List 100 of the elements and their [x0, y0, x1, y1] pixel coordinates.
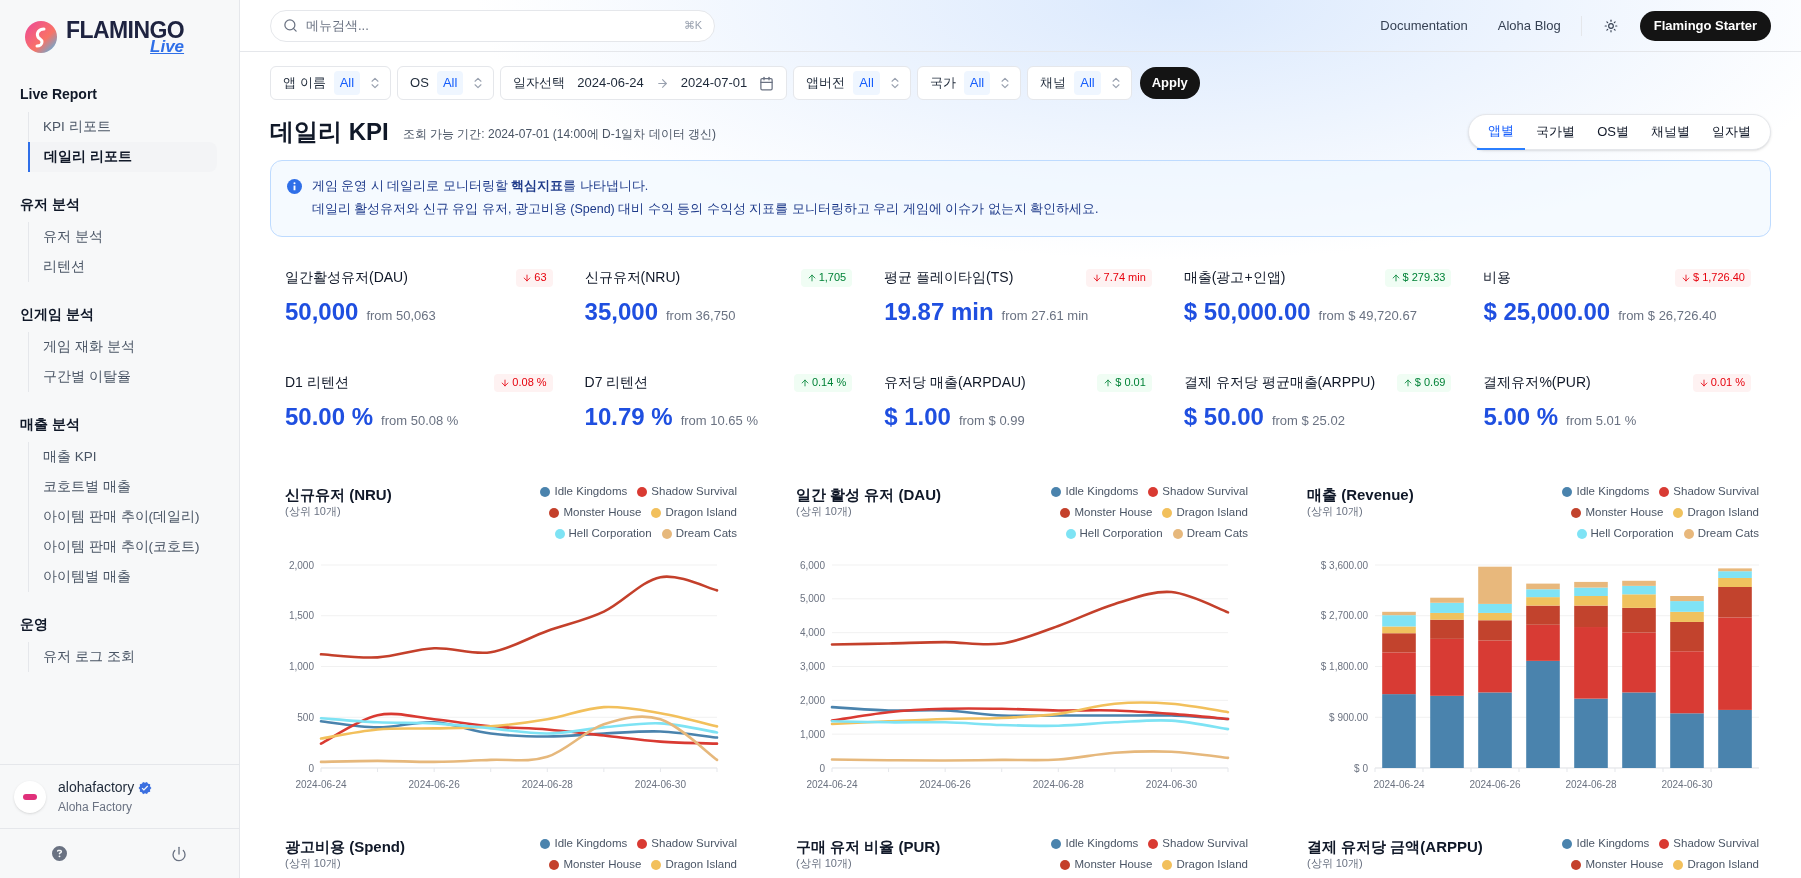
- kpi-previous: from 50.08 %: [381, 412, 459, 430]
- change-value: $ 1,726.40: [1693, 270, 1745, 286]
- kpi-label: 결제유저%(PUR): [1483, 373, 1591, 392]
- legend-label: Monster House: [1074, 505, 1153, 521]
- nav-item[interactable]: 매출 KPI: [29, 442, 219, 472]
- bar-segment: [1574, 587, 1608, 596]
- nav-item[interactable]: 아이템 판매 추이(데일리): [29, 502, 219, 532]
- x-axis-label: 2024-06-30: [1661, 779, 1713, 790]
- page-subtitle: 조회 가능 기간: 2024-07-01 (14:00에 D-1일차 데이터 갱신): [402, 126, 717, 143]
- notice-text: 게임 운영 시 데일리로 모니터링할 핵심지표를 나타냅니다.: [312, 178, 650, 195]
- nav-item[interactable]: 데일리 리포트: [28, 142, 217, 172]
- chart-subtitle: (상위 10개): [796, 504, 853, 518]
- legend-label: Dragon Island: [1176, 857, 1248, 873]
- y-axis-label: 500: [297, 711, 314, 723]
- plan-button[interactable]: Flamingo Starter: [1639, 10, 1771, 41]
- filter-select[interactable]: 채널 All: [1027, 66, 1132, 100]
- y-axis-label: 2,000: [288, 559, 314, 571]
- legend-label: Dragon Island: [665, 505, 737, 521]
- header-link[interactable]: Aloha Blog: [1497, 15, 1561, 36]
- kpi-value: 50.00 %: [285, 402, 374, 432]
- y-axis-label: 1,000: [799, 728, 825, 740]
- filter-select[interactable]: 국가 All: [916, 66, 1022, 100]
- kpi-value: 35,000: [584, 297, 658, 327]
- kpi-value: 10.79 %: [584, 402, 673, 432]
- legend-label: Idle Kingdoms: [1065, 836, 1139, 852]
- view-tab[interactable]: 채널별: [1640, 114, 1701, 150]
- notice-text: 데일리 활성유저와 신규 유입 유저, 광고비용 (Spend) 대비 수익 등의 수익성 지표를 모니터링하고 우리 게임에 이슈가 없는지 확인하세요.: [312, 200, 1099, 218]
- legend-label: Dream Cats: [1697, 526, 1759, 542]
- apply-button[interactable]: Apply: [1139, 67, 1200, 99]
- legend-label: Idle Kingdoms: [1576, 484, 1650, 500]
- view-tab[interactable]: 앱별: [1477, 114, 1526, 150]
- legend-label: Idle Kingdoms: [1576, 836, 1650, 852]
- filter-value: All: [963, 71, 991, 95]
- chart-title: 일간 활성 유저 (DAU): [796, 485, 941, 504]
- nav-item[interactable]: 리텐션: [29, 252, 219, 282]
- trend-arrow-icon: [1091, 272, 1102, 283]
- y-axis-label: 0: [308, 762, 314, 774]
- legend-label: Dream Cats: [1186, 526, 1248, 542]
- trend-arrow-icon: [799, 377, 810, 388]
- kpi-label: D7 리텐션: [584, 373, 649, 392]
- legend-label: Shadow Survival: [651, 484, 737, 500]
- view-tab[interactable]: 일자별: [1701, 114, 1762, 150]
- trend-arrow-icon: [1390, 272, 1401, 283]
- legend-label: Hell Corporation: [1079, 526, 1163, 542]
- kpi-previous: from 5.01 %: [1566, 412, 1637, 430]
- search-input[interactable]: 메뉴검색...: [306, 15, 676, 36]
- x-axis-label: 2024-06-28: [521, 779, 573, 790]
- filter-select[interactable]: OS All: [397, 66, 495, 100]
- chart-title: 매출 (Revenue): [1307, 485, 1414, 504]
- help-icon: [52, 846, 67, 861]
- date-text: 2024-06-24: [577, 74, 644, 93]
- x-axis-label: 2024-06-24: [295, 779, 347, 790]
- chart-subtitle: (상위 10개): [1307, 856, 1364, 870]
- filter-value: All: [853, 71, 880, 95]
- change-value: 0.08 %: [512, 375, 547, 391]
- y-axis-label: 0: [819, 762, 825, 774]
- kpi-value: $ 1.00: [884, 402, 951, 432]
- kpi-previous: from 27.61 min: [1001, 307, 1089, 325]
- section-heading: 유저 분석: [20, 194, 81, 214]
- chart-subtitle: (상위 10개): [285, 856, 342, 870]
- legend-label: Monster House: [1585, 857, 1664, 873]
- y-axis-label: 1,500: [288, 610, 314, 622]
- view-tab[interactable]: 국가별: [1525, 114, 1587, 150]
- change-value: 0.14 %: [811, 375, 847, 391]
- nav-item[interactable]: 구간별 이탈율: [29, 362, 219, 392]
- kpi-label: 신규유저(NRU): [584, 268, 681, 287]
- nav-item[interactable]: 유저 로그 조회: [29, 642, 219, 672]
- chart-title: 결제 유저당 금액(ARPPU): [1307, 837, 1483, 856]
- x-axis-label: 2024-06-26: [408, 779, 460, 790]
- filter-select[interactable]: 앱버전 All: [793, 66, 911, 100]
- x-axis-label: 2024-06-24: [1373, 779, 1425, 790]
- nav-item[interactable]: 게임 재화 분석: [29, 332, 219, 362]
- legend-label: Shadow Survival: [1673, 836, 1759, 852]
- y-axis-label: 6,000: [799, 559, 825, 571]
- legend-label: Idle Kingdoms: [554, 836, 628, 852]
- nav-item[interactable]: 아이템별 매출: [29, 562, 219, 592]
- chart-subtitle: (상위 10개): [285, 504, 342, 518]
- section-heading: 운영: [20, 614, 49, 634]
- nav-item[interactable]: 유저 분석: [29, 222, 219, 252]
- page-title: 데일리 KPI: [270, 117, 389, 147]
- nav-item[interactable]: 아이템 판매 추이(코호트): [29, 532, 219, 562]
- y-axis-label: 4,000: [799, 627, 825, 639]
- header-link[interactable]: Documentation: [1380, 15, 1468, 36]
- x-axis-label: 2024-06-30: [1145, 779, 1197, 790]
- x-axis-label: 2024-06-24: [806, 779, 858, 790]
- change-value: $ 0.69: [1414, 375, 1446, 391]
- view-tab[interactable]: OS별: [1586, 114, 1640, 150]
- kpi-label: 결제 유저당 평균매출(ARPPU): [1183, 373, 1376, 392]
- kpi-previous: from 50,063: [366, 307, 436, 325]
- kpi-label: 매출(광고+인앱): [1183, 268, 1286, 287]
- kpi-previous: from 10.65 %: [680, 412, 758, 430]
- legend-label: Hell Corporation: [568, 526, 652, 542]
- shortcut-hint: ⌘K: [683, 18, 702, 34]
- date-range-field[interactable]: 일자선택 2024-06-24 2024-07-01: [500, 66, 788, 100]
- change-value: 0.01 %: [1710, 375, 1745, 391]
- nav-item[interactable]: KPI 리포트: [29, 112, 219, 142]
- nav-item[interactable]: 코호트별 매출: [29, 472, 219, 502]
- filter-select[interactable]: 앱 이름 All: [270, 66, 392, 100]
- info-icon: [287, 179, 302, 194]
- filter-value: All: [333, 71, 361, 95]
